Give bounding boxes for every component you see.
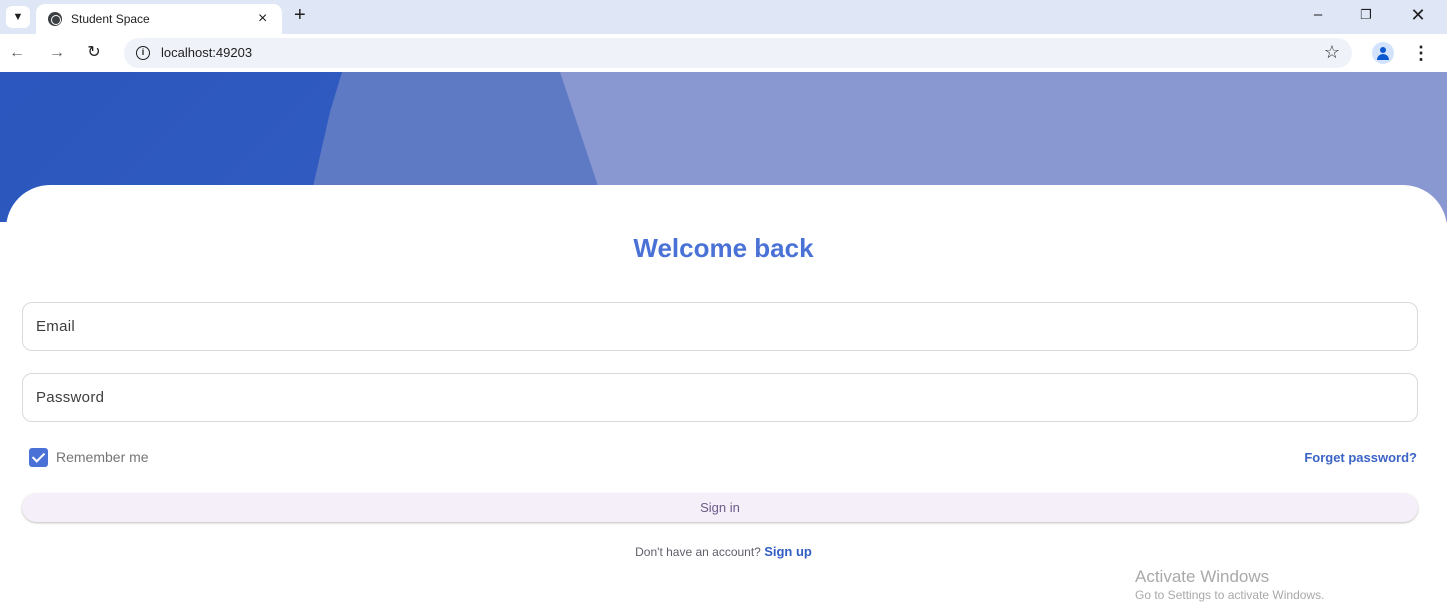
remember-me-label: Remember me — [56, 449, 149, 465]
url-text[interactable]: localhost:49203 — [161, 45, 252, 60]
globe-icon — [48, 12, 62, 26]
activate-windows-subtitle: Go to Settings to activate Windows. — [1135, 588, 1325, 602]
forgot-password-link[interactable]: Forget password? — [1304, 450, 1417, 465]
browser-toolbar: ← → ↻ i localhost:49203 ☆ ⋮ — [0, 34, 1447, 72]
kebab-menu-icon[interactable]: ⋮ — [1410, 42, 1432, 64]
star-icon[interactable]: ☆ — [1324, 42, 1340, 63]
minimize-icon[interactable]: – — [1298, 3, 1338, 27]
address-bar[interactable]: i localhost:49203 ☆ — [124, 38, 1352, 68]
signup-row: Don't have an account? Sign up — [0, 544, 1447, 559]
info-icon[interactable]: i — [136, 46, 150, 60]
profile-icon[interactable] — [1372, 42, 1394, 64]
activate-windows-title: Activate Windows — [1135, 567, 1270, 586]
email-input[interactable] — [23, 303, 1417, 350]
new-tab-icon[interactable]: + — [294, 5, 306, 25]
password-input[interactable] — [23, 374, 1417, 421]
close-window-icon[interactable]: ✕ — [1398, 3, 1438, 27]
restore-icon[interactable]: ❐ — [1346, 3, 1386, 27]
forward-arrow-icon[interactable]: → — [46, 42, 68, 64]
remember-me-checkbox[interactable] — [29, 448, 48, 467]
chevron-down-icon[interactable]: ▼ — [6, 6, 30, 28]
sign-up-link[interactable]: Sign up — [764, 544, 812, 559]
tab-strip: ▼ Student Space × + – ❐ ✕ — [0, 0, 1447, 34]
email-field[interactable] — [22, 302, 1418, 351]
reload-icon[interactable]: ↻ — [83, 42, 105, 64]
signup-prompt: Don't have an account? — [635, 545, 765, 559]
tab-title: Student Space — [71, 12, 150, 26]
password-field[interactable] — [22, 373, 1418, 422]
tab-student-space[interactable]: Student Space × — [36, 4, 282, 34]
sign-in-button[interactable]: Sign in — [22, 493, 1418, 522]
back-arrow-icon[interactable]: ← — [6, 42, 28, 64]
tab-close-icon[interactable]: × — [258, 9, 267, 29]
page-title: Welcome back — [633, 233, 814, 263]
